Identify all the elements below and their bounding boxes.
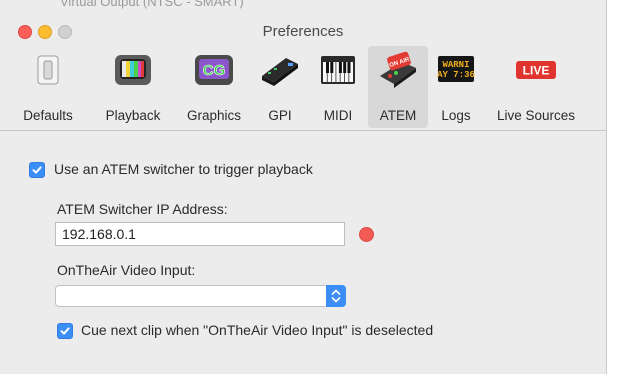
tab-logs[interactable]: WARNI AY 7:36 Logs — [430, 46, 482, 128]
logs-icon-text-line1: WARNI — [442, 60, 469, 70]
tab-graphics[interactable]: CG Graphics — [174, 46, 254, 128]
tab-defaults-label: Defaults — [23, 108, 73, 123]
video-input-label: OnTheAir Video Input: — [57, 262, 196, 278]
tab-logs-label: Logs — [441, 108, 471, 123]
live-icon-text: LIVE — [523, 64, 550, 78]
tv-icon — [113, 50, 153, 90]
ip-address-label: ATEM Switcher IP Address: — [57, 201, 228, 217]
warning-sign-icon: WARNI AY 7:36 — [436, 50, 476, 90]
atem-switcher-icon: ON AIR — [378, 50, 418, 90]
connection-status-indicator — [359, 227, 374, 242]
video-input-select[interactable] — [55, 285, 346, 307]
tab-atem[interactable]: ON AIR ATEM — [368, 46, 428, 128]
cg-icon: CG — [194, 50, 234, 90]
title-bar: Preferences — [0, 8, 606, 42]
tab-playback-label: Playback — [105, 108, 161, 123]
checkmark-icon — [32, 166, 42, 174]
switch-icon — [28, 50, 68, 90]
preferences-toolbar: Defaults Playback CG Graphics GPI MIDI O… — [0, 42, 606, 131]
chevron-updown-icon — [326, 285, 346, 307]
cue-next-clip-label[interactable]: Cue next clip when "OnTheAir Video Input… — [81, 322, 433, 338]
checkmark-icon — [60, 327, 70, 335]
use-atem-label[interactable]: Use an ATEM switcher to trigger playback — [54, 161, 313, 177]
tab-playback[interactable]: Playback — [92, 46, 174, 128]
tab-live-sources-label: Live Sources — [496, 108, 576, 123]
piano-keyboard-icon — [318, 50, 358, 90]
tab-defaults[interactable]: Defaults — [4, 46, 92, 128]
window-title: Preferences — [262, 23, 344, 40]
tab-atem-label: ATEM — [379, 108, 417, 123]
logs-icon-text-line2: AY 7:36 — [437, 70, 475, 80]
tab-midi[interactable]: MIDI — [312, 46, 364, 128]
tab-graphics-label: Graphics — [186, 108, 242, 123]
gpi-box-icon — [260, 50, 300, 90]
use-atem-checkbox[interactable] — [29, 162, 45, 178]
atem-settings-pane: Use an ATEM switcher to trigger playback… — [0, 131, 606, 374]
tab-gpi-label: GPI — [268, 108, 292, 123]
tab-live-sources[interactable]: LIVE Live Sources — [486, 46, 586, 128]
live-icon: LIVE — [516, 50, 556, 90]
preferences-window: Virtual Output (NTSC - SMART) Preference… — [0, 0, 607, 374]
cue-next-clip-checkbox[interactable] — [57, 323, 73, 339]
ip-address-input[interactable] — [55, 222, 345, 246]
cg-icon-text: CG — [203, 62, 226, 79]
tab-midi-label: MIDI — [323, 108, 353, 123]
tab-gpi[interactable]: GPI — [254, 46, 306, 128]
